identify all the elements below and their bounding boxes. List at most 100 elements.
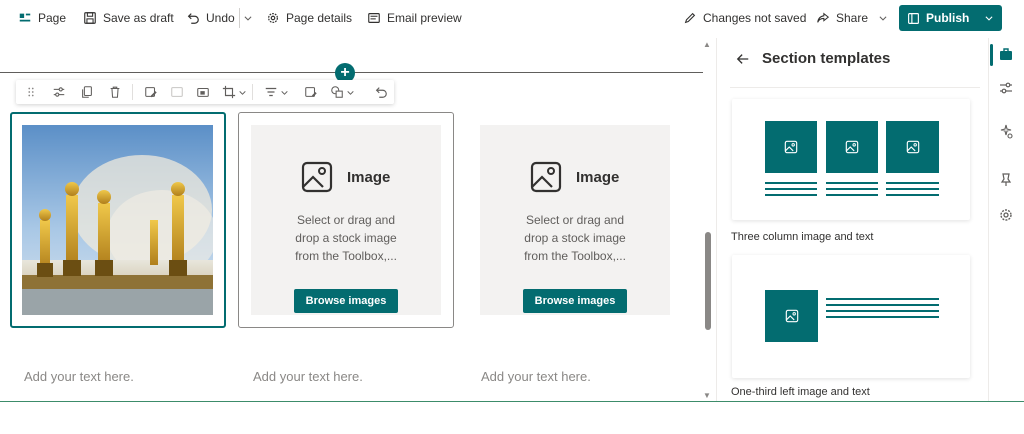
add-text-column-1[interactable]: Add your text here. <box>24 369 134 384</box>
image-icon <box>301 161 333 193</box>
toolbar-separator <box>252 84 253 100</box>
placeholder-description: Select or drag and drop a stock image fr… <box>295 213 397 263</box>
template-label: Three column image and text <box>731 231 874 243</box>
page-icon <box>19 13 31 22</box>
panel-divider <box>730 87 980 88</box>
pin-icon[interactable] <box>998 172 1014 188</box>
bottom-border <box>0 401 1024 402</box>
chevron-down-icon[interactable] <box>984 13 994 23</box>
save-icon <box>84 12 96 24</box>
publish-button[interactable]: Publish <box>899 5 1002 31</box>
share-button[interactable]: Share <box>816 8 888 28</box>
image-icon <box>845 140 859 154</box>
toolbar-separator <box>132 84 133 100</box>
undo-dropdown[interactable] <box>243 8 253 28</box>
page-editor: Page Save as draft Undo Page details Ema… <box>0 0 1024 434</box>
publish-icon <box>908 12 919 24</box>
template-text-line <box>826 194 878 196</box>
image-icon <box>530 161 562 193</box>
placeholder-header: Image <box>530 161 619 193</box>
command-bar: Page Save as draft Undo Page details Ema… <box>0 0 1024 36</box>
chevron-down-icon <box>347 90 354 95</box>
undo-icon <box>187 13 199 24</box>
email-preview-button[interactable]: Email preview <box>367 8 462 28</box>
template-text-line <box>886 182 939 184</box>
delete-icon[interactable] <box>108 84 122 100</box>
changes-status: Changes not saved <box>683 8 806 28</box>
template-image-tile <box>765 290 818 342</box>
pencil-icon <box>684 12 696 24</box>
browse-images-button[interactable]: Browse images <box>294 289 398 313</box>
canvas-scroll-thumb[interactable] <box>705 232 711 330</box>
browse-images-button[interactable]: Browse images <box>523 289 627 313</box>
text-overlay-icon[interactable] <box>304 84 318 100</box>
edit-image-icon[interactable] <box>144 84 158 100</box>
add-text-column-3[interactable]: Add your text here. <box>481 369 591 384</box>
image-icon <box>784 140 798 154</box>
back-arrow-icon[interactable] <box>736 52 750 66</box>
design-ideas-icon[interactable] <box>998 124 1014 140</box>
filter-button[interactable] <box>264 84 289 100</box>
duplicate-icon[interactable] <box>80 84 94 100</box>
chevron-down-icon <box>239 90 246 95</box>
share-icon <box>817 12 830 23</box>
toolbox-icon[interactable] <box>998 46 1014 62</box>
crop-button[interactable] <box>222 84 247 100</box>
save-draft-button[interactable]: Save as draft <box>83 8 174 28</box>
image-icon <box>785 309 798 323</box>
template-text-line <box>826 188 878 190</box>
shapes-icon <box>331 86 343 98</box>
toolbar-undo-icon[interactable] <box>374 84 388 100</box>
properties-icon[interactable] <box>998 80 1014 96</box>
fountain-photo-icon <box>22 125 213 315</box>
template-text-line <box>765 194 817 196</box>
email-preview-label: Email preview <box>387 11 462 25</box>
placeholder-description: Select or drag and drop a stock image fr… <box>524 213 626 263</box>
shapes-button[interactable] <box>330 84 355 100</box>
template-text-line <box>826 298 939 300</box>
webpart-toolbar <box>16 80 394 104</box>
settings-icon[interactable] <box>998 207 1014 223</box>
edit-properties-icon[interactable] <box>52 84 66 100</box>
template-text-line <box>826 182 878 184</box>
filter-icon <box>265 87 277 97</box>
template-label: One-third left image and text <box>731 386 870 398</box>
drag-handle-icon[interactable] <box>24 84 38 100</box>
image-placeholder-2[interactable]: Image Select or drag and drop a stock im… <box>251 125 441 315</box>
template-image-tile <box>826 121 878 173</box>
template-image-tile <box>886 121 939 173</box>
scroll-up-icon[interactable]: ▲ <box>703 40 711 49</box>
template-text-line <box>826 310 939 312</box>
crop-icon <box>222 85 236 99</box>
publish-label: Publish <box>926 11 970 25</box>
chevron-down-icon <box>244 16 252 21</box>
email-preview-icon <box>368 13 380 23</box>
page-button[interactable]: Page <box>18 8 66 28</box>
canvas-scrollbar[interactable] <box>702 38 714 400</box>
changes-status-label: Changes not saved <box>703 11 807 25</box>
share-label: Share <box>836 11 869 25</box>
template-text-line <box>765 182 817 184</box>
rail-active-indicator <box>990 44 993 66</box>
gear-icon <box>268 13 278 23</box>
undo-label: Undo <box>206 11 235 25</box>
add-text-column-2[interactable]: Add your text here. <box>253 369 363 384</box>
page-label: Page <box>38 11 67 25</box>
scroll-down-icon[interactable]: ▼ <box>703 391 711 400</box>
undo-button[interactable]: Undo <box>186 8 235 28</box>
template-text-line <box>765 188 817 190</box>
undo-separator <box>239 8 240 28</box>
template-text-line <box>886 194 939 196</box>
aspect-ratio-icon[interactable] <box>196 84 210 100</box>
chevron-down-icon <box>879 16 887 21</box>
fountain-image <box>22 125 213 315</box>
placeholder-title: Image <box>347 168 391 186</box>
panel-header: Section templates <box>736 50 890 67</box>
image-placeholder-3[interactable]: Image Select or drag and drop a stock im… <box>480 125 670 315</box>
panel-title: Section templates <box>762 50 891 67</box>
template-text-line <box>886 188 939 190</box>
page-details-button[interactable]: Page details <box>266 8 352 28</box>
placeholder-title: Image <box>576 168 620 186</box>
image-icon <box>906 140 919 154</box>
reset-image-icon[interactable] <box>170 84 184 100</box>
